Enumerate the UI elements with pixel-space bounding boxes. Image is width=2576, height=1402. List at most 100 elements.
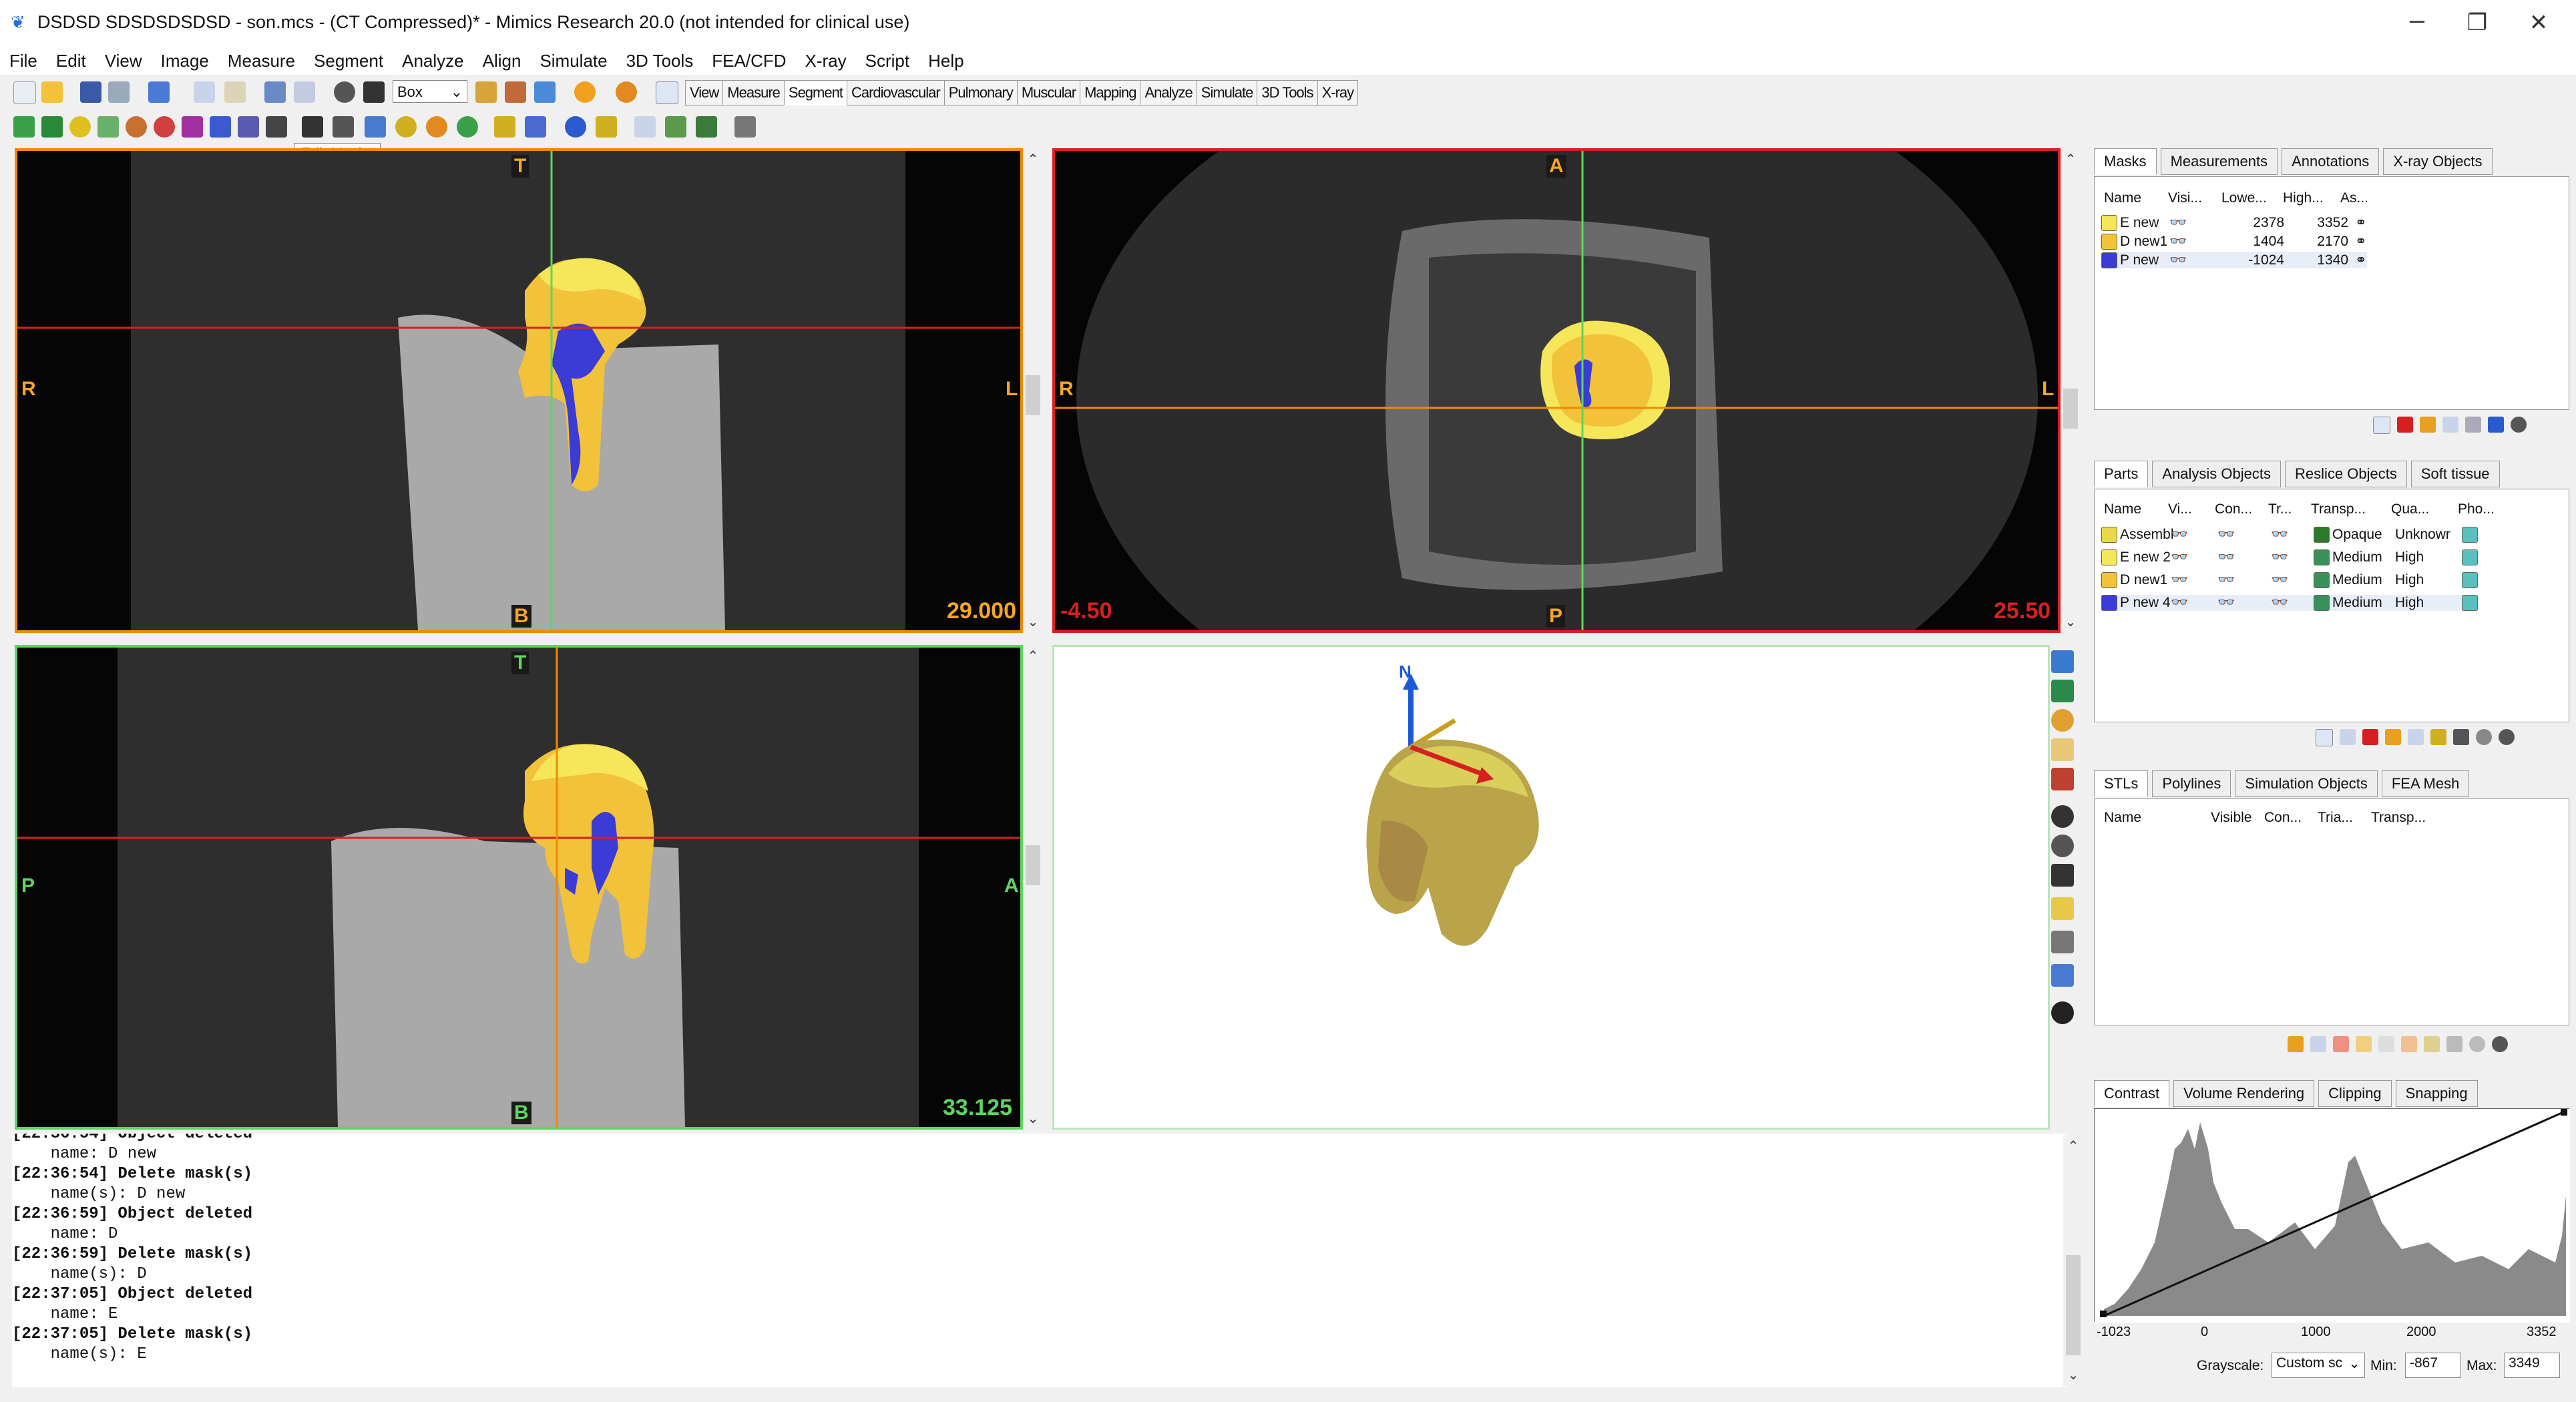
- coronal-scrollbar[interactable]: ⌃ ⌄: [1023, 148, 1043, 633]
- undo-icon[interactable]: [264, 81, 286, 103]
- menu-align[interactable]: Align: [473, 48, 531, 75]
- menu-x-ray[interactable]: X-ray: [796, 48, 856, 75]
- move-part-icon[interactable]: [2453, 729, 2469, 745]
- col-name[interactable]: Name: [2104, 190, 2168, 206]
- mask-row[interactable]: D new1 👓 1404 2170 ⚭: [2101, 233, 2367, 250]
- tab-polylines[interactable]: Polylines: [2152, 770, 2231, 797]
- calculate-part-icon[interactable]: [395, 116, 417, 138]
- redo-icon[interactable]: [294, 81, 315, 103]
- col-quality[interactable]: Qua...: [2391, 501, 2458, 517]
- col-contour[interactable]: Con...: [2215, 501, 2268, 517]
- scroll-down-icon[interactable]: ⌄: [1023, 1110, 1043, 1127]
- contour-icon[interactable]: 👓: [2217, 595, 2271, 611]
- threshold-tool-icon[interactable]: [13, 116, 35, 138]
- col-transparency[interactable]: Transp...: [2311, 501, 2391, 517]
- restore-button[interactable]: ❐: [2450, 9, 2504, 36]
- scroll-thumb[interactable]: [2066, 1255, 2081, 1355]
- max-input[interactable]: 3349: [2504, 1353, 2560, 1378]
- part-row[interactable]: P new 4 👓 👓 👓 Medium High: [2101, 595, 2478, 611]
- tab-segment[interactable]: Segment: [783, 80, 847, 105]
- phong-checkbox[interactable]: [2462, 595, 2478, 611]
- clip-icon[interactable]: [2051, 768, 2074, 790]
- triangles-icon[interactable]: 👓: [2271, 527, 2314, 543]
- triangles-icon[interactable]: 👓: [2271, 549, 2314, 565]
- open-project-icon[interactable]: [41, 81, 63, 103]
- tab-annotations[interactable]: Annotations: [2282, 148, 2380, 175]
- pan-icon[interactable]: [363, 81, 385, 103]
- calculate-3d-icon[interactable]: [2488, 417, 2504, 433]
- menu-help[interactable]: Help: [919, 48, 973, 75]
- tab-analysis-objects[interactable]: Analysis Objects: [2152, 461, 2281, 487]
- more-options-icon[interactable]: [2499, 729, 2515, 745]
- tab-stls[interactable]: STLs: [2094, 770, 2149, 797]
- view-3d-icon[interactable]: [2051, 650, 2074, 673]
- link-icon[interactable]: ⚭: [2355, 214, 2367, 231]
- more-options-icon[interactable]: [2511, 417, 2527, 433]
- smooth-stl-icon[interactable]: [2401, 1036, 2417, 1052]
- col-higher[interactable]: High...: [2283, 190, 2340, 206]
- menu-analyze[interactable]: Analyze: [393, 48, 473, 75]
- move-stl-icon[interactable]: [2446, 1036, 2462, 1052]
- scroll-up-icon[interactable]: ⌃: [2063, 1138, 2083, 1154]
- layout-icon[interactable]: [656, 81, 678, 104]
- edit-masks-icon[interactable]: [302, 116, 323, 138]
- copy-part-icon[interactable]: [2340, 729, 2356, 745]
- contour-icon[interactable]: 👓: [2217, 549, 2271, 565]
- col-lower[interactable]: Lowe...: [2221, 190, 2283, 206]
- min-input[interactable]: -867: [2405, 1353, 2461, 1378]
- histogram-box[interactable]: [2094, 1108, 2570, 1323]
- zoom-in-icon[interactable]: [475, 81, 497, 103]
- scroll-up-icon[interactable]: ⌃: [1023, 151, 1043, 168]
- tab-analyze[interactable]: Analyze: [1140, 80, 1197, 105]
- crop-mask-icon[interactable]: [154, 116, 175, 138]
- grayscale-select[interactable]: Custom sc ⌄: [2272, 1353, 2365, 1378]
- rotate-icon[interactable]: [2051, 835, 2074, 857]
- export-icon[interactable]: [148, 81, 170, 103]
- menu-image[interactable]: Image: [152, 48, 218, 75]
- interpolate-icon[interactable]: [365, 116, 386, 138]
- boolean-icon[interactable]: [182, 116, 203, 138]
- merge-stl-icon[interactable]: [2378, 1036, 2394, 1052]
- pan-icon[interactable]: [2051, 864, 2074, 887]
- menu-segment[interactable]: Segment: [304, 48, 393, 75]
- part-row[interactable]: E new 2 👓 👓 👓 Medium High: [2101, 549, 2478, 565]
- tab-clipping[interactable]: Clipping: [2318, 1080, 2392, 1107]
- tab-3d-tools[interactable]: 3D Tools: [1257, 80, 1318, 105]
- scroll-thumb[interactable]: [2063, 389, 2078, 429]
- delete-stl-icon[interactable]: [2333, 1036, 2349, 1052]
- more-options-icon[interactable]: [2492, 1036, 2508, 1052]
- contrast-icon[interactable]: [616, 81, 637, 103]
- part-row[interactable]: D new1 👓 👓 👓 Medium High: [2101, 572, 2478, 588]
- col-visible[interactable]: Vi...: [2168, 501, 2215, 517]
- menu-file[interactable]: File: [0, 48, 47, 75]
- sagittal-scrollbar[interactable]: ⌃ ⌄: [1023, 645, 1043, 1130]
- split-mask-icon[interactable]: [126, 116, 147, 138]
- minimize-button[interactable]: –: [2390, 5, 2444, 35]
- delete-mask-icon[interactable]: [2397, 417, 2413, 433]
- multiple-slice-edit-icon[interactable]: [266, 116, 287, 138]
- eye-icon[interactable]: 👓: [2169, 234, 2223, 250]
- tab-parts[interactable]: Parts: [2094, 461, 2149, 487]
- col-name[interactable]: Name: [2104, 501, 2168, 517]
- new-project-icon[interactable]: [13, 81, 36, 104]
- close-button[interactable]: ✕: [2512, 9, 2565, 36]
- new-part-icon[interactable]: [2316, 729, 2333, 746]
- sagittal-viewport[interactable]: T B P A 33.125: [15, 645, 1023, 1130]
- tab-reslice-objects[interactable]: Reslice Objects: [2284, 461, 2407, 487]
- copy-mask-icon[interactable]: [2442, 417, 2458, 433]
- axial-scrollbar[interactable]: ⌃ ⌄: [2061, 148, 2081, 633]
- col-phong[interactable]: Pho...: [2458, 501, 2498, 517]
- col-transparency[interactable]: Transp...: [2371, 810, 2438, 826]
- eye-icon[interactable]: 👓: [2171, 527, 2217, 543]
- menu-script[interactable]: Script: [856, 48, 919, 75]
- eye-icon[interactable]: 👓: [2171, 572, 2217, 588]
- visibility-icon[interactable]: [2051, 931, 2074, 953]
- max-handle[interactable]: [2561, 1109, 2567, 1116]
- link-icon[interactable]: ⚭: [2355, 252, 2367, 268]
- eye-icon[interactable]: 👓: [2169, 252, 2223, 268]
- dynamic-region-icon[interactable]: [69, 116, 91, 138]
- measure-icon[interactable]: [2051, 897, 2074, 920]
- tab-soft-tissue[interactable]: Soft tissue: [2410, 461, 2500, 487]
- menu-view[interactable]: View: [95, 48, 152, 75]
- tab-mapping[interactable]: Mapping: [1080, 80, 1141, 105]
